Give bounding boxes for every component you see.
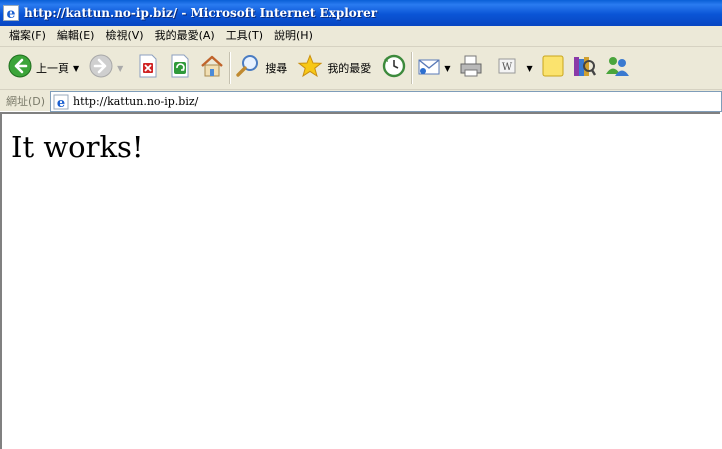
back-button[interactable]: 上一頁 ▼ bbox=[8, 49, 79, 87]
history-button[interactable] bbox=[381, 49, 407, 87]
forward-arrow-icon bbox=[89, 54, 113, 82]
print-button[interactable] bbox=[458, 49, 484, 87]
mail-dropdown-icon[interactable]: ▼ bbox=[444, 64, 450, 73]
page-ie-icon: e bbox=[53, 94, 69, 111]
back-arrow-icon bbox=[8, 54, 32, 82]
svg-text:W: W bbox=[502, 62, 513, 73]
window-title: http://kattun.no-ip.biz/ - Microsoft Int… bbox=[24, 6, 378, 20]
svg-text:e: e bbox=[57, 96, 65, 110]
word-edit-icon: W bbox=[496, 54, 518, 82]
favorites-star-icon bbox=[297, 54, 323, 82]
forward-dropdown-icon[interactable]: ▼ bbox=[117, 64, 123, 73]
browser-window: e http://kattun.no-ip.biz/ - Microsoft I… bbox=[0, 0, 722, 449]
search-button[interactable]: 搜尋 bbox=[235, 49, 287, 87]
discuss-button[interactable] bbox=[541, 49, 565, 87]
search-magnifier-icon bbox=[235, 54, 261, 82]
toolbar-separator bbox=[229, 52, 232, 84]
stop-button[interactable] bbox=[137, 49, 159, 87]
address-label: 網址(D) bbox=[6, 94, 46, 108]
toolbar: 上一頁 ▼ ▼ 搜尋 我的最愛 ▼ W ▼ bbox=[0, 47, 722, 90]
research-books-icon bbox=[571, 54, 597, 82]
printer-icon bbox=[458, 54, 484, 82]
address-input[interactable]: e http://kattun.no-ip.biz/ bbox=[50, 91, 722, 112]
edit-button[interactable]: W ▼ bbox=[496, 49, 533, 87]
page-content: It works! bbox=[0, 112, 720, 449]
edit-dropdown-icon[interactable]: ▼ bbox=[526, 64, 532, 73]
address-url[interactable]: http://kattun.no-ip.biz/ bbox=[73, 95, 198, 108]
home-button[interactable] bbox=[199, 49, 225, 87]
favorites-button-label: 我的最愛 bbox=[327, 62, 372, 75]
forward-button[interactable]: ▼ bbox=[89, 49, 123, 87]
menu-view[interactable]: 檢視(V) bbox=[100, 26, 148, 46]
messenger-buddies-icon bbox=[603, 54, 631, 82]
messenger-button[interactable] bbox=[603, 49, 631, 87]
menu-tools[interactable]: 工具(T) bbox=[221, 26, 268, 46]
menu-bar: 檔案(F) 編輯(E) 檢視(V) 我的最愛(A) 工具(T) 說明(H) bbox=[0, 26, 722, 47]
search-button-label: 搜尋 bbox=[265, 62, 288, 75]
stop-icon bbox=[137, 54, 159, 82]
history-clock-icon bbox=[381, 54, 407, 82]
mail-button[interactable]: ▼ bbox=[417, 49, 450, 87]
back-dropdown-icon[interactable]: ▼ bbox=[73, 64, 79, 73]
mail-envelope-icon bbox=[417, 54, 443, 82]
sticky-note-icon bbox=[541, 54, 565, 82]
toolbar-separator bbox=[411, 52, 414, 84]
page-heading: It works! bbox=[11, 130, 144, 164]
address-bar: 網址(D) e http://kattun.no-ip.biz/ bbox=[0, 90, 722, 112]
refresh-button[interactable] bbox=[169, 49, 191, 87]
favorites-button[interactable]: 我的最愛 bbox=[297, 49, 371, 87]
menu-favorites[interactable]: 我的最愛(A) bbox=[150, 26, 220, 46]
research-button[interactable] bbox=[571, 49, 597, 87]
refresh-icon bbox=[169, 54, 191, 82]
back-button-label: 上一頁 bbox=[36, 62, 69, 75]
internet-explorer-icon: e bbox=[3, 5, 19, 21]
menu-help[interactable]: 說明(H) bbox=[269, 26, 318, 46]
home-icon bbox=[199, 54, 225, 82]
svg-text:e: e bbox=[7, 6, 16, 21]
title-bar[interactable]: e http://kattun.no-ip.biz/ - Microsoft I… bbox=[0, 0, 722, 26]
menu-edit[interactable]: 編輯(E) bbox=[52, 26, 100, 46]
menu-file[interactable]: 檔案(F) bbox=[4, 26, 51, 46]
